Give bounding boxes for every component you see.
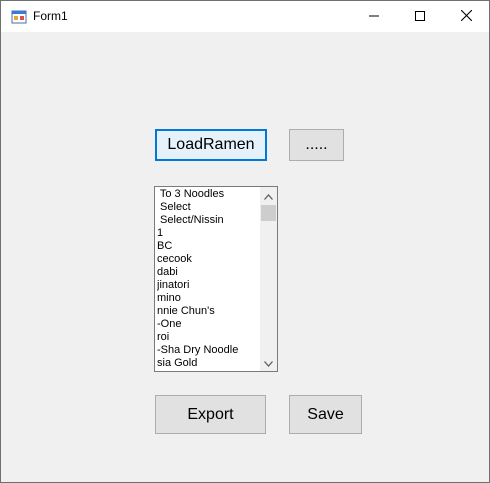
list-item[interactable]: -One: [157, 318, 261, 331]
browse-button[interactable]: .....: [289, 129, 344, 161]
form-window: Form1 LoadRamen ..... To 3 Noodles Selec…: [0, 0, 490, 483]
load-ramen-button[interactable]: LoadRamen: [155, 129, 267, 161]
export-button[interactable]: Export: [155, 395, 266, 434]
save-button[interactable]: Save: [289, 395, 362, 434]
title-bar[interactable]: Form1: [1, 1, 489, 32]
browse-label: .....: [305, 136, 328, 153]
list-item[interactable]: roi: [157, 331, 261, 344]
window-title: Form1: [33, 9, 68, 23]
minimize-icon: [369, 8, 379, 26]
scroll-up-arrow-icon: [264, 187, 273, 205]
close-icon: [460, 8, 472, 26]
list-item[interactable]: 1: [157, 227, 261, 240]
scroll-up-button[interactable]: [260, 187, 277, 204]
list-item[interactable]: Select/Nissin: [157, 214, 261, 227]
form-client-area: LoadRamen ..... To 3 Noodles Select Sele…: [1, 32, 489, 482]
minimize-button[interactable]: [351, 1, 397, 32]
list-item[interactable]: Select: [157, 201, 261, 214]
scroll-down-button[interactable]: [260, 354, 277, 371]
scroll-down-arrow-icon: [264, 354, 273, 372]
list-item[interactable]: sia Gold: [157, 357, 261, 370]
list-item[interactable]: cecook: [157, 253, 261, 266]
load-ramen-label: LoadRamen: [167, 136, 255, 153]
listbox-items: To 3 Noodles Select Select/Nissin 1 BC c…: [157, 188, 261, 370]
close-button[interactable]: [443, 1, 489, 32]
save-label: Save: [307, 405, 344, 423]
list-item[interactable]: -Sha Dry Noodle: [157, 344, 261, 357]
form-app-icon: [11, 9, 27, 25]
list-item[interactable]: nnie Chun's: [157, 305, 261, 318]
list-item[interactable]: BC: [157, 240, 261, 253]
list-item[interactable]: dabi: [157, 266, 261, 279]
maximize-button[interactable]: [397, 1, 443, 32]
list-item[interactable]: jinatori: [157, 279, 261, 292]
export-label: Export: [187, 405, 234, 423]
list-item[interactable]: mino: [157, 292, 261, 305]
list-item[interactable]: To 3 Noodles: [157, 188, 261, 201]
maximize-icon: [415, 8, 425, 26]
ramen-listbox[interactable]: To 3 Noodles Select Select/Nissin 1 BC c…: [154, 186, 278, 372]
listbox-vertical-scrollbar[interactable]: [260, 187, 277, 371]
scrollbar-thumb[interactable]: [261, 205, 276, 221]
